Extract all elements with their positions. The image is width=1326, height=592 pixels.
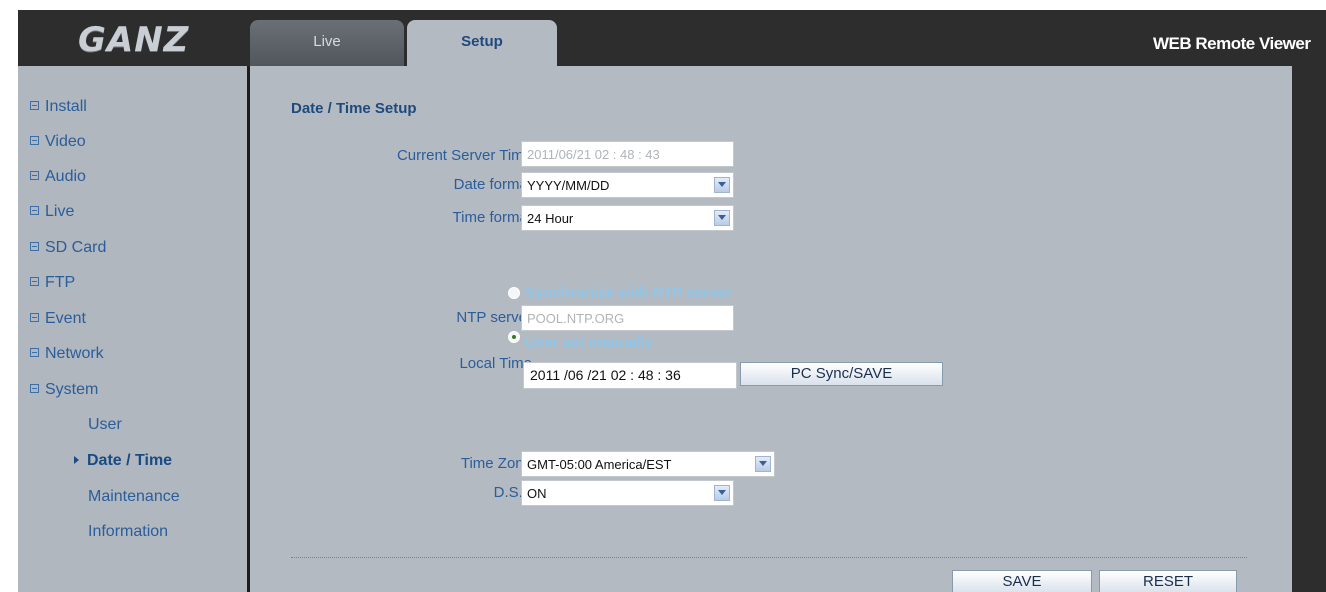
- page-title: Date / Time Setup: [291, 100, 417, 117]
- sidebar-subitem-date-time[interactable]: Date / Time: [74, 452, 172, 470]
- sidebar-item-audio[interactable]: Audio: [30, 168, 86, 186]
- save-button[interactable]: SAVE: [952, 570, 1092, 592]
- sidebar-item-label: FTP: [45, 274, 76, 291]
- sidebar-subitem-maintenance[interactable]: Maintenance: [88, 488, 180, 506]
- sidebar-item-label: System: [45, 381, 99, 398]
- chevron-down-icon[interactable]: [714, 485, 730, 501]
- sidebar-subitem-information[interactable]: Information: [88, 523, 168, 541]
- manual-set-radio[interactable]: [508, 331, 520, 343]
- sidebar-item-label: Install: [45, 98, 87, 115]
- divider-line: [291, 557, 1247, 558]
- time-format-value: 24 Hour: [527, 211, 574, 226]
- chevron-down-icon[interactable]: [714, 210, 730, 226]
- plus-box-icon: [30, 171, 39, 180]
- plus-box-icon: [30, 313, 39, 322]
- sidebar-item-label: Video: [45, 133, 86, 150]
- main-panel: Date / Time Setup Current Server Time 20…: [250, 66, 1292, 592]
- sidebar-item-network[interactable]: Network: [30, 345, 104, 363]
- tab-live[interactable]: Live: [250, 20, 404, 66]
- plus-box-icon: [30, 348, 39, 357]
- chevron-down-icon[interactable]: [714, 177, 730, 193]
- minus-box-icon: [30, 384, 39, 393]
- plus-box-icon: [30, 242, 39, 251]
- date-format-value: YYYY/MM/DD: [527, 178, 610, 193]
- dst-value: ON: [527, 486, 547, 501]
- sidebar-item-label: Audio: [45, 168, 86, 185]
- chevron-down-icon[interactable]: [755, 456, 771, 472]
- pc-sync-save-button[interactable]: PC Sync/SAVE: [740, 362, 943, 386]
- current-server-time-label: Current Server Time: [396, 147, 532, 164]
- sidebar-item-label: SD Card: [45, 239, 107, 256]
- right-frame: [1292, 66, 1326, 592]
- ntp-server-field[interactable]: POOL.NTP.ORG: [521, 305, 734, 331]
- reset-button[interactable]: RESET: [1099, 570, 1237, 592]
- sidebar-item-ftp[interactable]: FTP: [30, 274, 75, 292]
- sidebar-item-sd-card[interactable]: SD Card: [30, 239, 106, 257]
- app-window: GANZ Live Setup WEB Remote Viewer Instal…: [18, 10, 1326, 592]
- local-time-label: Local Time: [459, 355, 532, 372]
- sidebar: Install Video Audio Live SD Card FTP Eve…: [18, 66, 247, 592]
- time-zone-value: GMT-05:00 America/EST: [527, 457, 672, 472]
- tab-setup[interactable]: Setup: [407, 20, 557, 66]
- date-format-select[interactable]: YYYY/MM/DD: [521, 172, 734, 198]
- arrow-right-icon: [74, 456, 79, 464]
- local-time-field[interactable]: 2011 /06 /21 02 : 48 : 36: [523, 362, 737, 389]
- app-title: WEB Remote Viewer: [1153, 34, 1311, 53]
- sidebar-item-system[interactable]: System: [30, 381, 98, 399]
- sidebar-item-event[interactable]: Event: [30, 310, 86, 328]
- plus-box-icon: [30, 277, 39, 286]
- plus-box-icon: [30, 101, 39, 110]
- time-zone-select[interactable]: GMT-05:00 America/EST: [521, 451, 775, 477]
- ntp-sync-label[interactable]: Synchronize with NTP server: [525, 284, 731, 301]
- sidebar-subitem-label: Date / Time: [87, 452, 173, 469]
- dst-select[interactable]: ON: [521, 480, 734, 506]
- plus-box-icon: [30, 136, 39, 145]
- sidebar-item-label: Live: [45, 203, 75, 220]
- sidebar-item-label: Event: [45, 310, 86, 327]
- sidebar-item-install[interactable]: Install: [30, 98, 87, 116]
- sidebar-item-live[interactable]: Live: [30, 203, 74, 221]
- ganz-logo: GANZ: [78, 20, 208, 60]
- sidebar-item-label: Network: [45, 345, 104, 362]
- manual-set-label[interactable]: User set manually: [525, 334, 653, 351]
- current-server-time-field: 2011/06/21 02 : 48 : 43: [521, 141, 734, 167]
- sidebar-subitem-user[interactable]: User: [88, 416, 122, 434]
- logo-text: GANZ: [78, 20, 190, 60]
- sidebar-item-video[interactable]: Video: [30, 133, 86, 151]
- ntp-sync-radio[interactable]: [508, 287, 520, 299]
- time-format-select[interactable]: 24 Hour: [521, 205, 734, 231]
- plus-box-icon: [30, 206, 39, 215]
